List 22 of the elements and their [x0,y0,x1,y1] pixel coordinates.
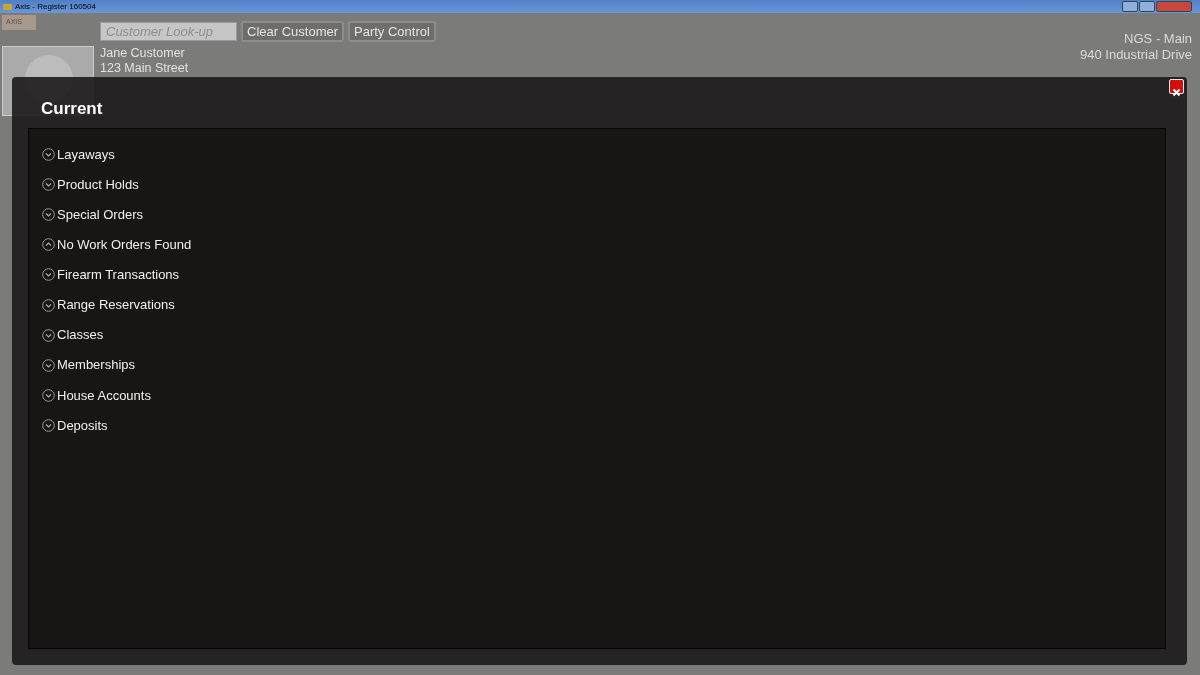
action-button[interactable]: Clear Customer [241,21,345,42]
section-header[interactable]: Classes [42,320,1165,351]
section-header[interactable]: Special Orders [42,199,1165,230]
store-name: NGS - Main [1123,31,1192,47]
maximize-button[interactable] [1139,1,1155,12]
action-button[interactable]: Party Control [348,21,436,42]
section-header[interactable]: House Accounts [42,380,1165,411]
customer-lookup-field[interactable]: Customer Look-up [100,22,237,41]
section-header[interactable]: Range Reservations [42,289,1165,321]
customer-detail: 123 Main Street [100,61,190,76]
dialog-title: Current [41,98,104,120]
customer-name: Jane Customer [100,46,186,61]
section-header[interactable]: Firearm Transactions [42,259,1165,290]
window-title: Axis - Register 160504 [15,0,96,13]
minimize-button[interactable] [1122,1,1138,12]
section-header[interactable]: Memberships [42,350,1165,381]
section-header[interactable]: Deposits [42,410,1165,441]
section-header[interactable]: Product Holds [42,169,1165,200]
section-header[interactable]: No Work Orders Found [42,229,1165,260]
section-header[interactable]: Layaways [42,139,1165,170]
app-icon [3,3,12,10]
store-address: 940 Industrial Drive [1080,47,1192,63]
